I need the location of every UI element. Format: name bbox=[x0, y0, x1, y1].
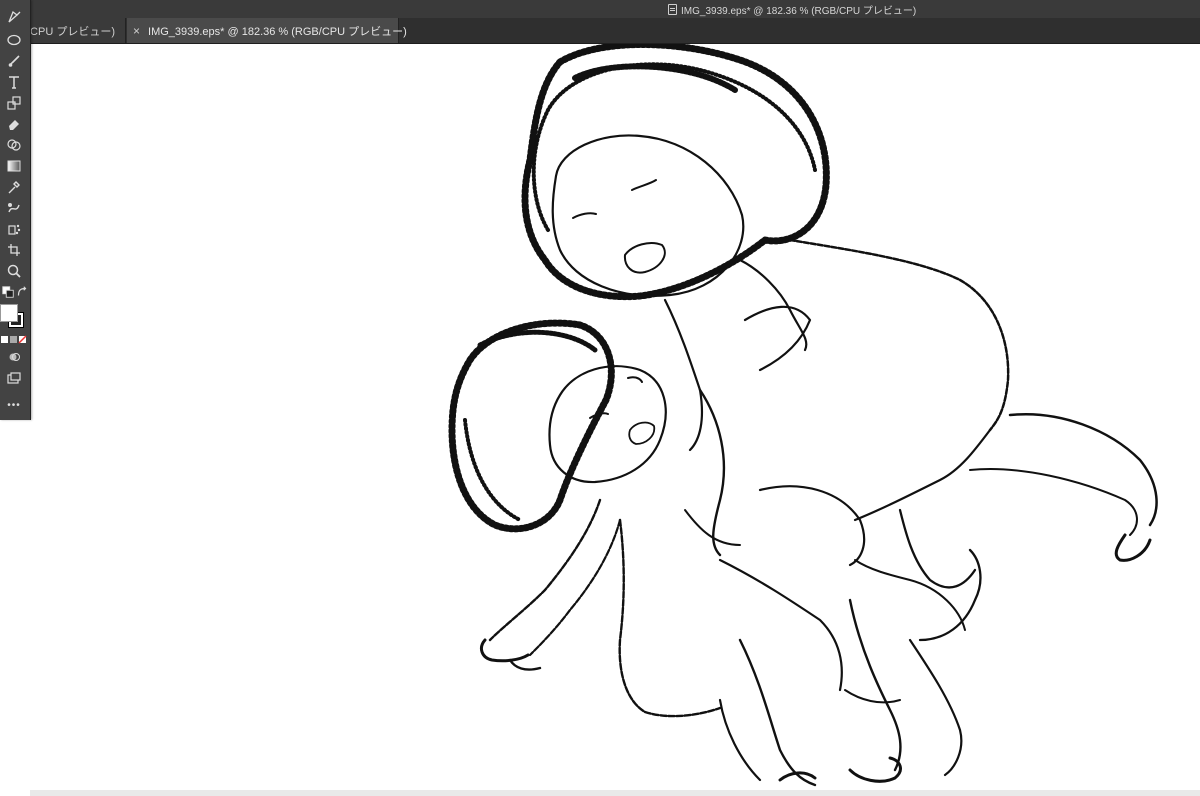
ellipse-icon[interactable] bbox=[3, 31, 25, 49]
default-colors-icon[interactable] bbox=[1, 285, 15, 299]
color-mode-icons[interactable] bbox=[0, 333, 28, 347]
draw-mode-icon[interactable] bbox=[3, 348, 25, 366]
close-tab-icon[interactable]: × bbox=[133, 25, 140, 37]
window-title-text: IMG_3939.eps* @ 182.36 % (RGB/CPU プレビュー) bbox=[681, 6, 917, 17]
tab-img-3939[interactable]: × IMG_3939.eps* @ 182.36 % (RGB/CPU プレビュ… bbox=[127, 18, 407, 43]
tab-label: B/CPU プレビュー) bbox=[19, 25, 115, 38]
window-titlebar: IMG_3939.eps* @ 182.36 % (RGB/CPU プレビュー) bbox=[0, 0, 1200, 18]
type-icon[interactable] bbox=[3, 73, 25, 91]
document-icon bbox=[668, 4, 677, 15]
artboard-icon[interactable] bbox=[3, 241, 25, 259]
artboard-canvas[interactable] bbox=[30, 44, 1200, 796]
lower-figure bbox=[448, 319, 901, 787]
pen-icon[interactable] bbox=[3, 8, 25, 26]
horizontal-scrollbar[interactable] bbox=[30, 790, 1200, 796]
eyedropper-icon[interactable] bbox=[3, 178, 25, 196]
eraser-icon[interactable] bbox=[3, 115, 25, 133]
swap-colors-icon[interactable] bbox=[15, 285, 29, 299]
brush-icon[interactable] bbox=[3, 52, 25, 70]
fill-color-swatch[interactable] bbox=[0, 304, 18, 322]
window-title: IMG_3939.eps* @ 182.36 % (RGB/CPU プレビュー) bbox=[668, 2, 916, 17]
screen-mode-icon[interactable] bbox=[3, 369, 25, 387]
zoom-icon[interactable] bbox=[3, 262, 25, 280]
blend-icon[interactable] bbox=[3, 199, 25, 217]
tools-panel: ••• bbox=[0, 0, 31, 420]
line-drawing-artwork bbox=[448, 44, 1158, 787]
shape-builder-icon[interactable] bbox=[3, 136, 25, 154]
gradient-icon[interactable] bbox=[3, 157, 25, 175]
edit-toolbar-button[interactable]: ••• bbox=[3, 396, 25, 414]
scale-icon[interactable] bbox=[3, 94, 25, 112]
tab-label: IMG_3939.eps* @ 182.36 % (RGB/CPU プレビュー) bbox=[148, 25, 407, 38]
document-tab-bar: B/CPU プレビュー) × IMG_3939.eps* @ 182.36 % … bbox=[0, 18, 1200, 44]
symbol-sprayer-icon[interactable] bbox=[3, 220, 25, 238]
